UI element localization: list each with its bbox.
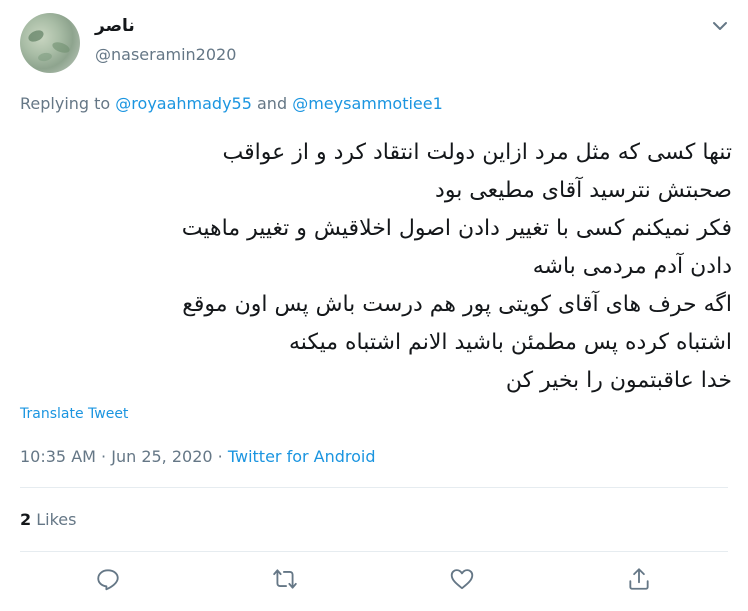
reply-icon bbox=[97, 569, 119, 591]
mention-link[interactable]: @meysammotiee1 bbox=[292, 94, 443, 113]
avatar-leaf bbox=[51, 40, 71, 55]
share-icon bbox=[629, 568, 649, 590]
tweet-line: اگه حرف های آقای کویتی پور هم درست باش پ… bbox=[182, 292, 732, 317]
meta-separator: · bbox=[101, 447, 107, 466]
tweet-meta: 10:35 AM · Jun 25, 2020 · Twitter for An… bbox=[20, 447, 376, 466]
replying-to: Replying to @royaahmady55 and @meysammot… bbox=[20, 94, 443, 113]
tweet-source-link[interactable]: Twitter for Android bbox=[228, 447, 376, 466]
likes-count: 2 bbox=[20, 510, 32, 529]
share-button[interactable] bbox=[626, 566, 652, 592]
avatar-leaf bbox=[37, 51, 53, 63]
tweet-line: اشتباه کرده پس مطمئن باشید الانم اشتباه … bbox=[289, 330, 732, 355]
author-display-name[interactable]: ناصر bbox=[95, 16, 135, 36]
replying-conjunction: and bbox=[257, 94, 288, 113]
likes-label: Likes bbox=[36, 510, 77, 529]
tweet-line: خدا عاقبتمون را بخیر کن bbox=[505, 368, 732, 393]
tweet-line: صحبتش نترسید آقای مطیعی بود bbox=[435, 178, 732, 203]
avatar[interactable] bbox=[20, 13, 80, 73]
tweet-line: تنها کسی که مثل مرد ازاین دولت انتقاد کر… bbox=[222, 140, 732, 165]
meta-separator: · bbox=[217, 447, 223, 466]
translate-tweet-link[interactable]: Translate Tweet bbox=[20, 406, 128, 422]
tweet-menu-button[interactable] bbox=[708, 14, 732, 38]
replying-prefix: Replying to bbox=[20, 94, 111, 113]
retweet-button[interactable] bbox=[272, 566, 298, 592]
tweet-date[interactable]: Jun 25, 2020 bbox=[111, 447, 212, 466]
tweet-line: فکر نمیکنم کسی با تغییر دادن اصول اخلاقی… bbox=[181, 216, 732, 241]
divider bbox=[20, 551, 728, 552]
reply-button[interactable] bbox=[95, 566, 121, 592]
likes-stat[interactable]: 2 Likes bbox=[20, 510, 76, 529]
retweet-icon bbox=[273, 569, 297, 589]
avatar-leaf bbox=[26, 28, 46, 44]
tweet-line: دادن آدم مردمی باشه bbox=[532, 254, 732, 279]
tweet-text: تنها کسی که مثل مرد ازاین دولت انتقاد کر… bbox=[20, 134, 732, 400]
divider bbox=[20, 487, 728, 488]
chevron-down-icon bbox=[713, 22, 727, 30]
mention-link[interactable]: @royaahmady55 bbox=[115, 94, 252, 113]
tweet-time[interactable]: 10:35 AM bbox=[20, 447, 96, 466]
like-button[interactable] bbox=[449, 566, 475, 592]
heart-icon bbox=[450, 569, 474, 590]
author-handle[interactable]: @naseramin2020 bbox=[95, 45, 236, 64]
